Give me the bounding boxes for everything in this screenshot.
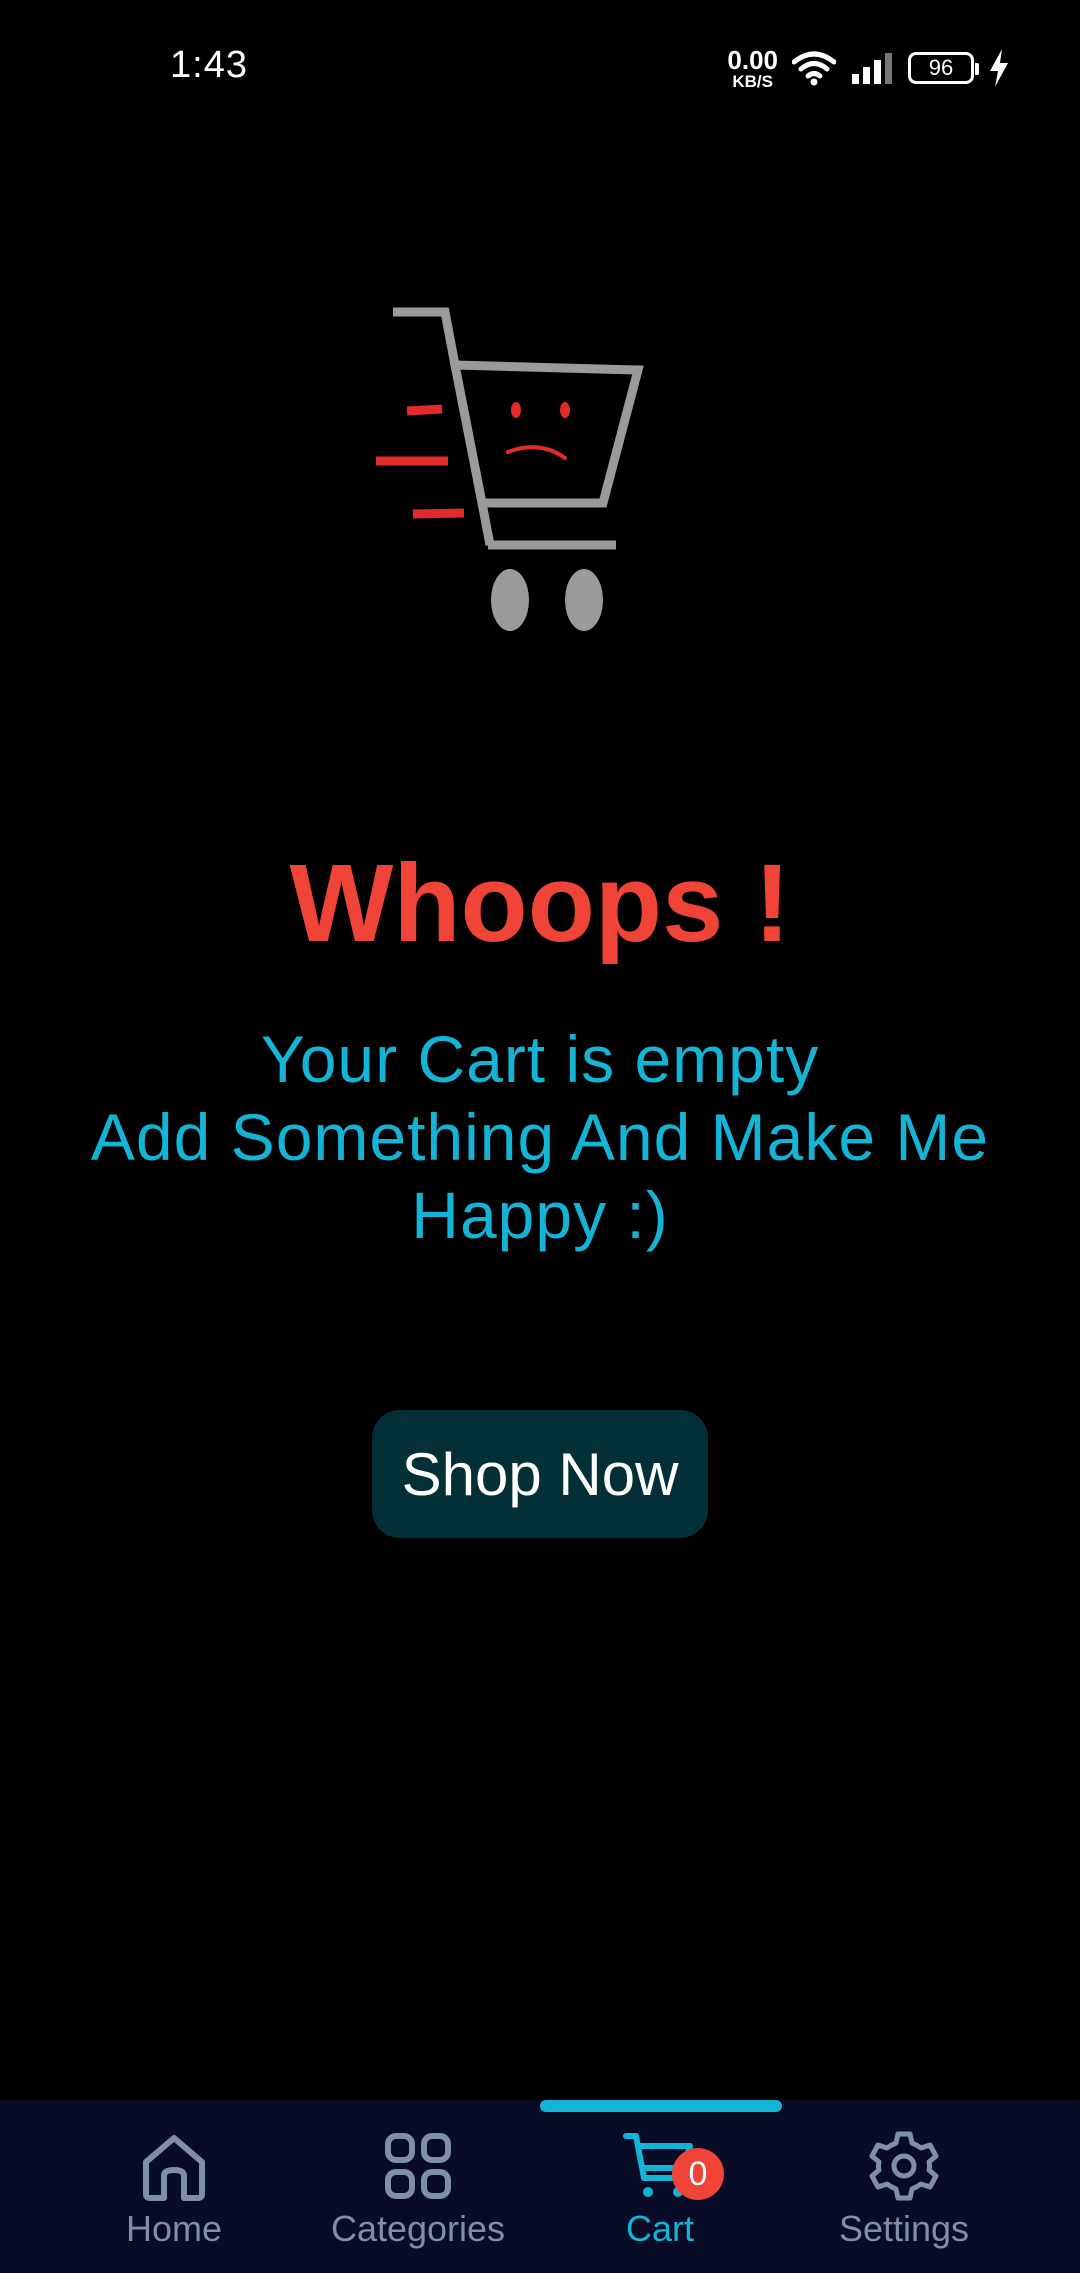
net-speed-value: 0.00 bbox=[727, 44, 778, 75]
gear-icon bbox=[869, 2131, 939, 2201]
nav-label: Settings bbox=[838, 2208, 970, 2249]
battery-icon: 96 bbox=[908, 52, 979, 84]
empty-cart-headline: Whoops ! bbox=[289, 842, 791, 965]
nav-label: Home bbox=[125, 2208, 223, 2249]
categories-icon bbox=[385, 2133, 451, 2199]
message-line: Your Cart is empty bbox=[260, 1022, 820, 1096]
nav-home[interactable]: Home bbox=[54, 2128, 294, 2258]
bottom-nav: Home Categories 0 Cart Settings bbox=[0, 2100, 1080, 2273]
net-speed-unit: KB/S bbox=[732, 71, 773, 91]
status-time: 1:43 bbox=[170, 44, 248, 86]
cart-icon-wrap: 0 bbox=[622, 2128, 724, 2204]
home-icon bbox=[143, 2135, 205, 2201]
wifi-icon bbox=[792, 51, 836, 86]
status-bar: 1:43 0.00 KB/S 96 bbox=[0, 0, 1080, 140]
cart-badge: 0 bbox=[672, 2148, 724, 2200]
nav-cart[interactable]: 0 Cart bbox=[540, 2128, 780, 2258]
nav-label: Cart bbox=[625, 2208, 694, 2249]
net-speed: 0.00 KB/S bbox=[727, 47, 778, 90]
shop-now-button[interactable]: Shop Now bbox=[372, 1410, 708, 1538]
battery-level: 96 bbox=[928, 55, 954, 80]
charging-icon bbox=[990, 49, 1008, 87]
status-icons: 0.00 KB/S 96 bbox=[727, 44, 1010, 92]
message-line: Add Something And Make Me bbox=[90, 1100, 990, 1174]
sad-cart-icon bbox=[376, 307, 644, 631]
nav-label: Categories bbox=[330, 2208, 506, 2249]
active-tab-indicator bbox=[540, 2100, 782, 2112]
signal-icon bbox=[852, 53, 892, 84]
empty-cart-message: Your Cart is empty Add Something And Mak… bbox=[80, 1020, 1000, 1254]
nav-categories[interactable]: Categories bbox=[298, 2128, 538, 2258]
nav-settings[interactable]: Settings bbox=[784, 2128, 1024, 2258]
message-line: Happy :) bbox=[411, 1178, 669, 1252]
